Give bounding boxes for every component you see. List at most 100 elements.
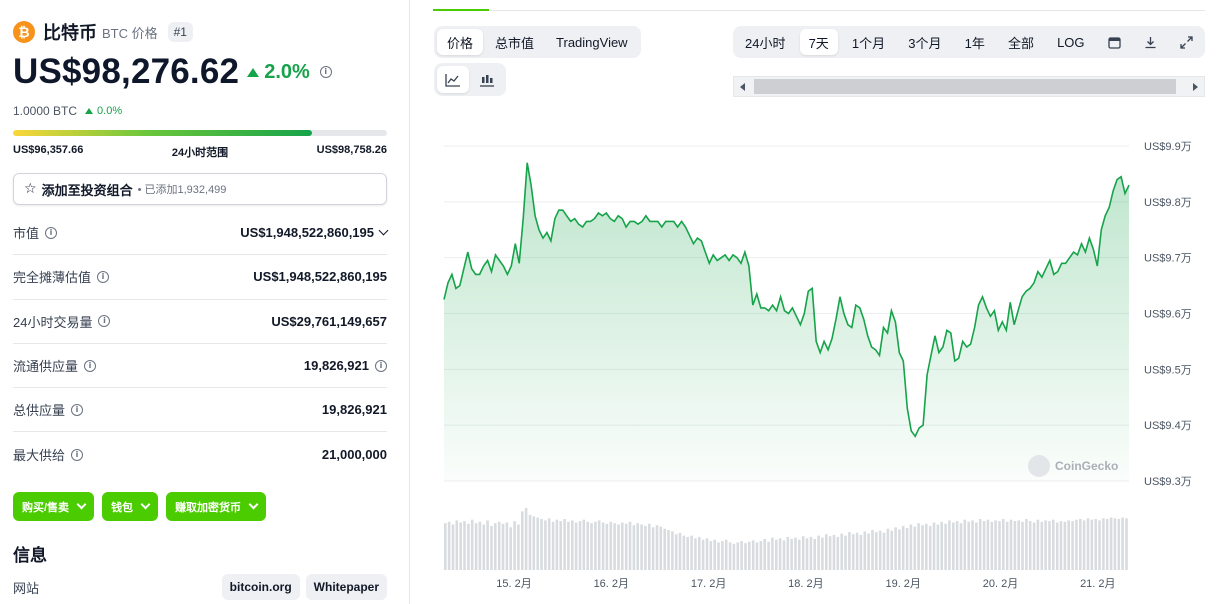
volume-bar <box>547 518 551 570</box>
stat-label: 24小时交易量 <box>13 314 93 330</box>
volume-bar <box>817 535 820 570</box>
buy-sell-button[interactable]: 购买/售卖 <box>13 492 95 521</box>
volume-bar <box>1021 521 1024 570</box>
volume-bar <box>786 536 790 570</box>
volume-bar <box>882 532 886 570</box>
volume-bar <box>578 521 582 570</box>
y-axis-label: US$9.8万 <box>1144 197 1192 209</box>
info-icon[interactable]: i <box>71 403 84 416</box>
y-axis-label: US$9.7万 <box>1144 253 1192 265</box>
info-icon[interactable]: i <box>45 226 58 239</box>
range-24h-labels: US$96,357.66 24小时范围 US$98,758.26 <box>13 144 387 160</box>
stat-value: 19,826,921 <box>303 358 369 374</box>
price-row: US$98,276.62 2.0% i <box>13 52 332 92</box>
volume-bar <box>671 531 674 570</box>
volume-bar <box>886 528 890 570</box>
volume-bar <box>1098 520 1101 570</box>
action-buttons: 购买/售卖 钱包 赚取加密货币 <box>13 492 267 521</box>
info-icon[interactable]: i <box>97 270 110 283</box>
info-icon[interactable]: i <box>375 359 387 372</box>
volume-bar <box>1055 522 1059 570</box>
link-whitepaper[interactable]: Whitepaper <box>305 574 387 600</box>
x-axis-label: 16. 2月 <box>594 578 629 590</box>
volume-bar <box>594 521 597 570</box>
coin-overview-panel: ₿ 比特币 BTC 价格 #1 US$98,276.62 2.0% i 1.00… <box>0 0 410 604</box>
coin-header: ₿ 比特币 BTC 价格 #1 <box>13 20 193 44</box>
watermark-text: CoinGecko <box>1055 459 1119 473</box>
volume-bar <box>917 523 920 570</box>
volume-bar <box>978 519 982 570</box>
volume-bar <box>967 521 970 570</box>
volume-bar <box>521 511 524 570</box>
volume-bar <box>890 530 893 570</box>
volume-bar <box>751 540 755 570</box>
volume-bar <box>628 521 632 570</box>
volume-bar <box>567 521 570 570</box>
volume-bar <box>1040 521 1044 570</box>
volume-bar <box>709 541 713 570</box>
volume-bar <box>1036 519 1040 570</box>
range-24h-fill <box>13 130 313 136</box>
chevron-down-icon <box>140 499 151 510</box>
info-icon[interactable]: i <box>71 448 84 461</box>
volume-bar <box>524 508 528 570</box>
coingecko-logo-icon <box>1028 455 1050 477</box>
volume-bar <box>571 520 574 570</box>
volume-bar <box>597 520 601 570</box>
volume-bar <box>1048 521 1051 570</box>
volume-bar <box>982 521 986 570</box>
add-to-portfolio-button[interactable]: ☆ 添加至投资组合 • 已添加1,932,499 <box>13 173 387 205</box>
volume-bar <box>536 517 539 570</box>
volume-bar <box>721 541 724 570</box>
volume-bar <box>905 528 909 570</box>
volume-bar <box>1079 519 1082 570</box>
volume-bar <box>636 523 639 570</box>
stat-row-total-supply: 总供应量 i 19,826,921 <box>13 388 387 433</box>
portfolio-added-count: • 已添加1,932,499 <box>137 184 227 196</box>
volume-bar <box>674 534 678 570</box>
volume-bar <box>744 543 747 570</box>
volume-bar <box>494 523 497 570</box>
stat-value: US$29,761,149,657 <box>271 313 387 329</box>
volume-bar <box>771 537 774 570</box>
volume-bar <box>447 521 451 570</box>
earn-crypto-label: 赚取加密货币 <box>175 501 242 514</box>
volume-bar <box>932 522 936 570</box>
volume-bar <box>975 522 978 570</box>
info-icon[interactable]: i <box>319 66 332 78</box>
x-axis-label: 19. 2月 <box>885 578 920 590</box>
volume-bar <box>844 535 847 570</box>
volume-bar <box>940 521 943 570</box>
volume-bar <box>1005 521 1009 570</box>
add-to-portfolio-label: 添加至投资组合 <box>41 182 133 198</box>
range-low: US$96,357.66 <box>13 144 84 156</box>
market-cap-dropdown[interactable]: US$1,948,522,860,195 <box>240 225 389 240</box>
volume-bar <box>655 525 659 570</box>
stat-row-fdv: 完全摊薄估值 i US$1,948,522,860,195 <box>13 255 387 300</box>
wallet-button[interactable]: 钱包 <box>102 492 159 521</box>
price-chart[interactable]: US$9.9万 US$9.8万 US$9.7万 US$9.6万 US$9.5万 US$9.… <box>411 0 1217 604</box>
volume-bar <box>867 533 870 570</box>
chart-panel: 价格 总市值 TradingView 24小时 7天 1个月 3个月 1年 全部… <box>411 0 1217 604</box>
volume-bar <box>497 521 501 570</box>
volume-bar <box>1102 518 1105 570</box>
info-icon[interactable]: i <box>84 359 97 372</box>
volume-bar <box>586 521 589 570</box>
info-icon[interactable]: i <box>98 315 111 328</box>
volume-bar <box>855 532 859 570</box>
volume-bar <box>1025 519 1028 570</box>
volume-bar <box>740 541 743 570</box>
volume-bar <box>1044 520 1047 570</box>
stat-row-volume: 24小时交易量 i US$29,761,149,657 <box>13 300 387 344</box>
volume-bar <box>1125 518 1128 570</box>
price-area <box>444 162 1129 482</box>
volume-bar <box>921 525 924 570</box>
volume-bar <box>775 539 778 570</box>
earn-crypto-button[interactable]: 赚取加密货币 <box>166 492 267 521</box>
volume-bar <box>1052 519 1055 570</box>
volume-bar <box>1028 521 1032 570</box>
volume-bar <box>851 534 855 570</box>
link-bitcoin-org[interactable]: bitcoin.org <box>221 574 300 600</box>
range-label: 24小时范围 <box>171 147 229 159</box>
x-axis-label: 18. 2月 <box>788 578 823 590</box>
